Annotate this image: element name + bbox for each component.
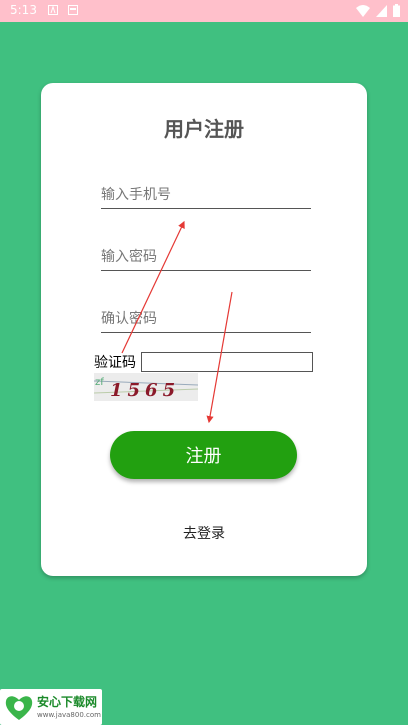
password-field (101, 243, 311, 271)
register-card: 用户注册 验证码 zf 1565 注册 去登录 (41, 83, 367, 576)
card-icon (68, 5, 78, 15)
captcha-image[interactable]: zf 1565 (94, 373, 198, 401)
a-icon (48, 5, 58, 15)
go-login-link[interactable]: 去登录 (41, 523, 367, 543)
signal-icon (376, 4, 387, 17)
watermark-title: 安心下载网 (37, 695, 98, 709)
watermark: 安心下载网 www.java800.com (0, 689, 102, 725)
password-input[interactable] (101, 243, 311, 269)
status-time: 5:13 (10, 3, 37, 17)
battery-icon (393, 4, 400, 17)
captcha-code: 1565 (110, 380, 180, 401)
wifi-icon (356, 4, 370, 17)
register-button[interactable]: 注册 (110, 431, 297, 479)
captcha-noise-text: zf (95, 377, 104, 388)
phone-input[interactable] (101, 181, 311, 207)
captcha-label: 验证码 (94, 355, 136, 371)
confirm-password-field (101, 305, 311, 333)
phone-field (101, 181, 311, 209)
confirm-password-input[interactable] (101, 305, 311, 331)
status-bar: 5:13 (0, 0, 408, 22)
captcha-input[interactable] (141, 352, 313, 372)
heart-logo-icon (5, 696, 33, 720)
page-title: 用户注册 (164, 117, 244, 141)
watermark-url: www.java800.com (37, 711, 101, 719)
